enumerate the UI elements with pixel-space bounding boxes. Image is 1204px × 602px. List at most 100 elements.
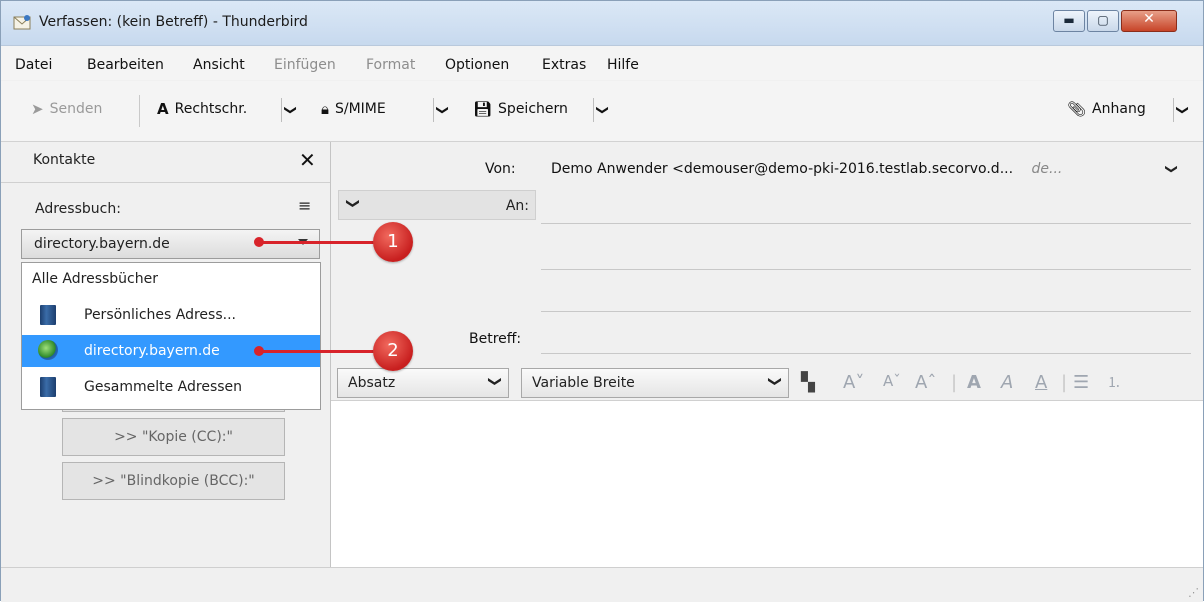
close-sidebar-icon[interactable]: ✕ xyxy=(299,148,316,172)
save-button[interactable]: 💾︎ Speichern xyxy=(473,100,568,118)
font-value: Variable Breite xyxy=(532,375,635,391)
sidebar-header: Kontakte ✕ xyxy=(1,142,330,183)
chevron-down-icon[interactable]: ❯ xyxy=(1165,164,1179,174)
compose-header: Von: Demo Anwender <demouser@demo-pki-20… xyxy=(331,142,1203,364)
minimize-button[interactable]: ▬ xyxy=(1053,10,1085,32)
sidebar-title: Kontakte xyxy=(33,152,96,168)
bold-icon[interactable]: A xyxy=(967,372,981,393)
format-separator: | xyxy=(1061,372,1068,393)
addressbook-label: Adressbuch: xyxy=(35,201,121,217)
addressbook-select[interactable]: directory.bayern.de xyxy=(21,229,320,259)
recipient-line-2[interactable] xyxy=(541,269,1191,270)
chevron-down-icon: ❯ xyxy=(487,376,503,387)
smime-dropdown[interactable]: ❯ xyxy=(433,98,452,122)
numbered-list-icon[interactable]: ⒈ xyxy=(1107,372,1121,392)
send-button[interactable]: ➤ Senden xyxy=(31,100,102,118)
spellcheck-button[interactable]: A Rechtschr. xyxy=(157,100,247,118)
from-select[interactable]: Demo Anwender <demouser@demo-pki-2016.te… xyxy=(551,161,1062,177)
text-color-icon[interactable]: ▚ xyxy=(801,372,815,393)
option-label: Persönliches Adress... xyxy=(84,307,236,323)
attach-label: Anhang xyxy=(1092,101,1146,117)
menu-hilfe[interactable]: Hilfe xyxy=(607,57,639,73)
address-book-icon xyxy=(40,305,56,325)
from-label: Von: xyxy=(485,161,516,177)
send-label: Senden xyxy=(49,101,103,117)
recipient-type-select[interactable]: ❯ An: xyxy=(338,190,536,220)
smime-button[interactable]: 🔒︎ S/MIME xyxy=(321,100,386,118)
chevron-down-icon: ❯ xyxy=(436,104,450,116)
decrease-font-icon[interactable]: Aˇ xyxy=(883,372,901,390)
menu-extras[interactable]: Extras xyxy=(542,57,586,73)
address-book-icon xyxy=(40,377,56,397)
close-icon: ✕ xyxy=(1143,11,1155,27)
font-select[interactable]: Variable Breite ❯ xyxy=(521,368,789,398)
to-field-line[interactable] xyxy=(541,223,1191,224)
subject-field[interactable] xyxy=(541,353,1191,354)
chevron-down-icon: ❯ xyxy=(284,104,298,116)
addressbook-dropdown-list: Alle Adressbücher Persönliches Adress...… xyxy=(21,262,321,410)
italic-icon[interactable]: A xyxy=(1001,372,1013,393)
paragraph-select[interactable]: Absatz ❯ xyxy=(337,368,509,398)
chevron-down-icon: ❯ xyxy=(596,104,610,116)
callout-dot-2 xyxy=(254,346,264,356)
globe-icon xyxy=(38,340,58,360)
menu-datei[interactable]: Datei xyxy=(15,57,52,73)
attach-button[interactable]: 📎︎ Anhang xyxy=(1067,100,1146,118)
chevron-down-icon: ❯ xyxy=(1176,104,1190,116)
option-label: Alle Adressbücher xyxy=(32,271,158,287)
menu-einfuegen[interactable]: Einfügen xyxy=(274,57,336,73)
save-dropdown[interactable]: ❯ xyxy=(593,98,612,122)
menu-bearbeiten[interactable]: Bearbeiten xyxy=(87,57,164,73)
from-identity: de... xyxy=(1031,161,1063,177)
underline-icon[interactable]: A xyxy=(1035,372,1047,393)
callout-dot-1 xyxy=(254,237,264,247)
sidebar-menu-icon[interactable]: ≡ xyxy=(298,196,311,215)
thunderbird-compose-icon xyxy=(13,15,31,30)
add-cc-button[interactable]: >> "Kopie (CC):" xyxy=(62,418,285,456)
minimize-icon: ▬ xyxy=(1063,13,1075,27)
smime-label: S/MIME xyxy=(334,101,386,117)
resize-grip-icon[interactable]: ⋰ xyxy=(1188,586,1199,599)
addressbook-option-all[interactable]: Alle Adressbücher xyxy=(22,263,320,295)
addressbook-option-personal[interactable]: Persönliches Adress... xyxy=(22,299,320,331)
recipient-line-3[interactable] xyxy=(541,311,1191,312)
callout-badge-2: 2 xyxy=(373,331,413,371)
increase-font-icon[interactable]: Aˆ xyxy=(915,372,936,393)
format-toolbar: Absatz ❯ Variable Breite ❯ ▚ A˅ Aˇ Aˆ | … xyxy=(331,364,1203,401)
maximize-button[interactable]: ▢ xyxy=(1087,10,1119,32)
paragraph-value: Absatz xyxy=(348,375,396,391)
compose-toolbar: ➤ Senden A Rechtschr. ❯ 🔒︎ S/MIME ❯ 💾︎ S… xyxy=(1,81,1203,142)
menu-optionen[interactable]: Optionen xyxy=(445,57,509,73)
save-label: Speichern xyxy=(498,101,568,117)
spellcheck-icon: A xyxy=(157,100,169,118)
menu-ansicht[interactable]: Ansicht xyxy=(193,57,245,73)
callout-line-2 xyxy=(259,350,379,353)
spellcheck-label: Rechtschr. xyxy=(174,101,248,117)
title-bar: Verfassen: (kein Betreff) - Thunderbird … xyxy=(1,1,1203,46)
option-label: directory.bayern.de xyxy=(84,343,220,359)
font-size-menu-icon[interactable]: A˅ xyxy=(843,372,864,393)
callout-line-1 xyxy=(259,241,379,244)
attach-dropdown[interactable]: ❯ xyxy=(1173,98,1192,122)
bullet-list-icon[interactable]: ☰ xyxy=(1073,372,1089,393)
paperclip-icon: 📎︎ xyxy=(1067,100,1087,118)
addressbook-option-collected[interactable]: Gesammelte Adressen xyxy=(22,371,320,403)
status-bar: ⋰ xyxy=(1,567,1203,602)
toolbar-separator xyxy=(139,95,140,127)
addressbook-select-value: directory.bayern.de xyxy=(34,236,170,252)
to-label: An: xyxy=(505,198,529,214)
message-body-editor[interactable] xyxy=(331,401,1203,567)
chevron-down-icon: ❯ xyxy=(767,376,783,387)
maximize-icon: ▢ xyxy=(1097,13,1109,27)
subject-label: Betreff: xyxy=(469,331,522,347)
spellcheck-dropdown[interactable]: ❯ xyxy=(281,98,300,122)
chevron-down-icon: ❯ xyxy=(344,198,360,209)
menu-bar: Datei Bearbeiten Ansicht Einfügen Format… xyxy=(1,46,1203,80)
format-separator: | xyxy=(951,372,958,393)
save-icon: 💾︎ xyxy=(473,100,493,118)
compose-window: Verfassen: (kein Betreff) - Thunderbird … xyxy=(0,0,1204,602)
add-bcc-button[interactable]: >> "Blindkopie (BCC):" xyxy=(62,462,285,500)
send-icon: ➤ xyxy=(31,100,44,118)
menu-format[interactable]: Format xyxy=(366,57,415,73)
close-window-button[interactable]: ✕ xyxy=(1121,10,1177,32)
